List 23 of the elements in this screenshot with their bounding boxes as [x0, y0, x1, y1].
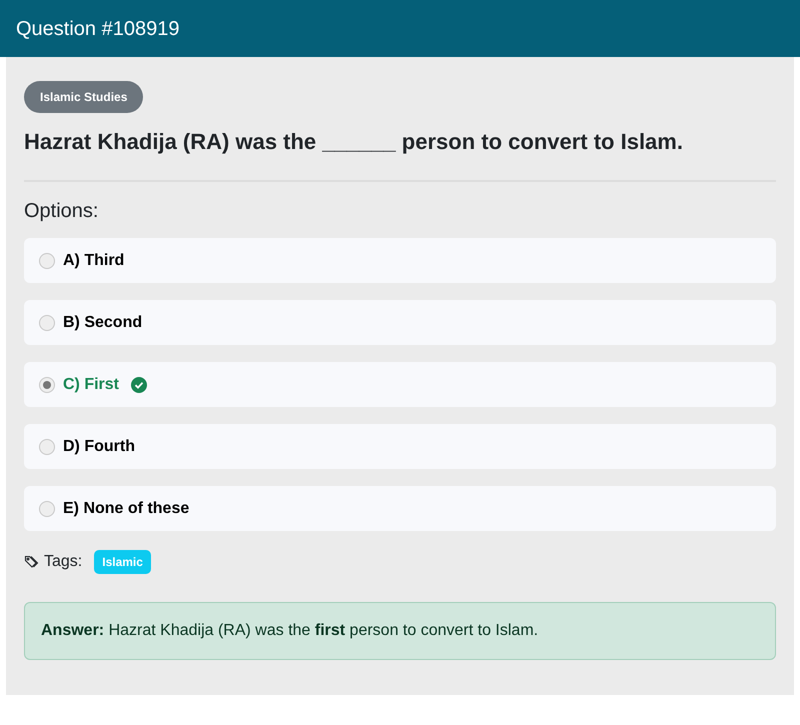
- tags-label: Tags:: [44, 552, 82, 572]
- radio-button[interactable]: [39, 252, 55, 268]
- tag-icon: [24, 554, 40, 570]
- page-title: Question #108919: [16, 16, 180, 42]
- question-text: Hazrat Khadija (RA) was the ______ person to convert to Islam.: [24, 128, 684, 156]
- radio-button[interactable]: [39, 314, 55, 330]
- option-row[interactable]: C) First: [24, 362, 776, 407]
- check-circle-icon: [131, 376, 147, 392]
- answer-text: Answer: Hazrat Khadija (RA) was the first person to convert to Islam.: [41, 621, 538, 641]
- option-label: D) Fourth: [63, 436, 135, 456]
- option-label: A) Third: [63, 250, 124, 270]
- category-badge: Islamic Studies: [24, 81, 144, 113]
- option-row[interactable]: E) None of these: [24, 486, 776, 531]
- option-label: E) None of these: [63, 498, 190, 518]
- options-label: Options:: [24, 199, 100, 223]
- option-label: B) Second: [63, 312, 142, 332]
- option-row[interactable]: A) Third: [24, 238, 776, 283]
- radio-button[interactable]: [39, 438, 55, 454]
- option-row[interactable]: D) Fourth: [24, 424, 776, 469]
- option-label: C) First: [63, 374, 119, 394]
- radio-button[interactable]: [39, 376, 55, 392]
- radio-button[interactable]: [39, 500, 55, 516]
- option-row[interactable]: B) Second: [24, 300, 776, 345]
